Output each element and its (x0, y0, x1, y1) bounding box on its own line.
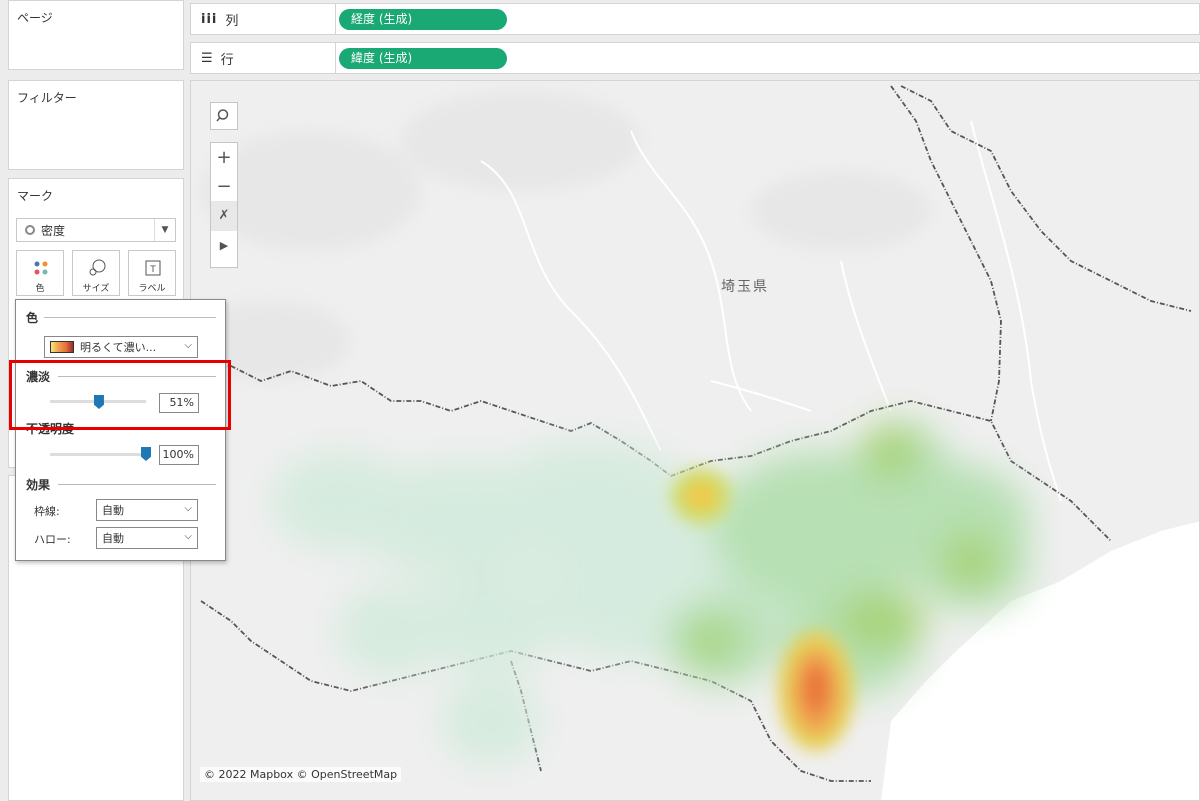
mark-type-dropdown[interactable]: 密度 ▼ (16, 218, 176, 242)
map-attribution: © 2022 Mapbox © OpenStreetMap (200, 767, 402, 782)
svg-text:T: T (149, 265, 156, 275)
effects-section-title: 効果 (26, 478, 51, 492)
label-button[interactable]: T ラベル (128, 250, 176, 296)
pages-panel: ページ (8, 0, 184, 70)
zoom-controls: + − ✗ ▶ (210, 142, 238, 268)
search-icon[interactable] (210, 102, 238, 130)
halo-value: 自動 (102, 532, 124, 545)
divider (94, 428, 216, 429)
intensity-value-input[interactable]: 51% (159, 393, 199, 413)
color-section-title: 色 (26, 311, 39, 325)
rows-label: 行 (220, 52, 234, 68)
rows-icon: ☰ (201, 50, 213, 66)
color-button-label: 色 (35, 284, 45, 294)
marks-title: マーク (17, 189, 54, 203)
color-button[interactable]: 色 (16, 250, 64, 296)
label-text-icon: T (145, 260, 161, 276)
pages-title: ページ (17, 11, 53, 25)
intensity-section-title: 濃淡 (26, 370, 51, 384)
border-value: 自動 (102, 504, 124, 517)
zoom-in-icon[interactable]: + (216, 143, 231, 173)
columns-label: 列 (225, 13, 239, 29)
border-dropdown[interactable]: 自動 ⌵ (96, 499, 198, 521)
pin-reset-icon[interactable]: ✗ (211, 201, 237, 231)
map-view[interactable]: 埼玉県 (190, 80, 1200, 801)
map-canvas[interactable]: 埼玉県 (191, 81, 1200, 801)
divider (58, 376, 216, 377)
size-button[interactable]: サイズ (72, 250, 120, 296)
opacity-slider-track[interactable] (50, 453, 146, 456)
color-popup: 色 明るくて濃い... ⌵ 濃淡 51% 不透明度 100% 効果 枠線: 自動… (15, 299, 226, 561)
opacity-section-title: 不透明度 (26, 422, 75, 436)
divider (58, 484, 216, 485)
palette-dropdown[interactable]: 明るくて濃い... ⌵ (44, 336, 198, 358)
opacity-value-input[interactable]: 100% (159, 445, 199, 465)
halo-dropdown[interactable]: 自動 ⌵ (96, 527, 198, 549)
filters-title: フィルター (17, 91, 77, 105)
chevron-down-icon[interactable]: ▼ (154, 219, 175, 241)
longitude-pill[interactable]: 経度 (生成) (339, 9, 507, 30)
intensity-slider-thumb[interactable] (93, 395, 104, 409)
rows-shelf-label: ☰ 行 (191, 43, 336, 73)
divider (44, 317, 216, 318)
opacity-slider-thumb[interactable] (141, 447, 151, 461)
latitude-pill[interactable]: 緯度 (生成) (339, 48, 507, 69)
size-button-label: サイズ (82, 284, 110, 294)
palette-swatch (50, 341, 74, 353)
chevron-down-icon: ⌵ (184, 531, 192, 542)
zoom-out-icon[interactable]: − (216, 173, 231, 201)
saitama-label: 埼玉県 (721, 279, 769, 295)
mark-type-value: 密度 (41, 223, 66, 238)
size-circles-icon (89, 259, 106, 276)
chevron-down-icon: ⌵ (184, 503, 192, 514)
chevron-down-icon: ⌵ (184, 340, 192, 351)
border-label: 枠線: (34, 505, 60, 518)
density-mark-icon (25, 225, 35, 235)
columns-shelf[interactable]: iii 列 経度 (生成) (190, 3, 1200, 35)
expand-arrow-icon[interactable]: ▶ (220, 231, 228, 261)
palette-value: 明るくて濃い... (80, 341, 157, 354)
rows-shelf[interactable]: ☰ 行 緯度 (生成) (190, 42, 1200, 74)
filters-panel[interactable]: フィルター (8, 80, 184, 170)
columns-icon: iii (201, 11, 218, 27)
color-dots-icon (34, 261, 48, 275)
label-button-label: ラベル (138, 284, 166, 294)
halo-label: ハロー: (34, 533, 71, 546)
columns-shelf-label: iii 列 (191, 4, 336, 34)
